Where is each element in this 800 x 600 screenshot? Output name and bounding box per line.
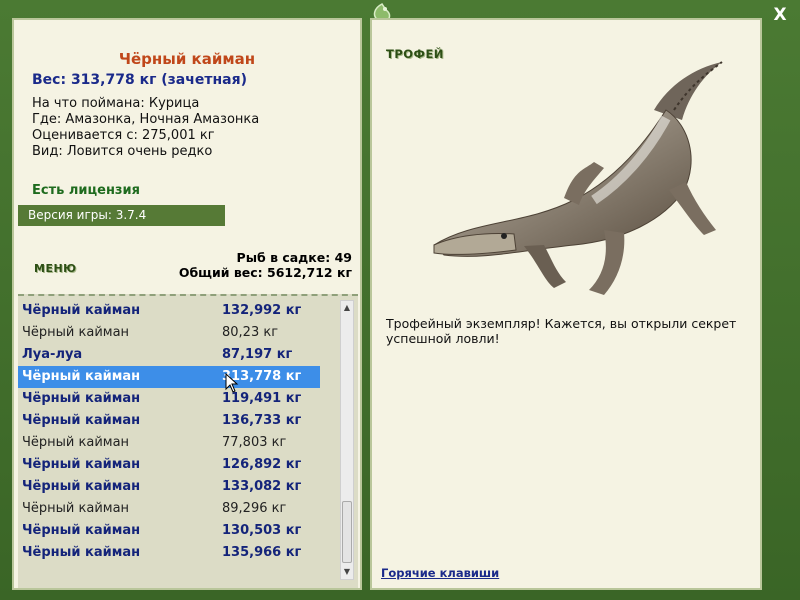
catch-list: Чёрный кайман 132,992 кг Чёрный кайман 80,2… — [18, 294, 358, 588]
close-button[interactable]: X — [770, 5, 790, 25]
total-weight: Общий вес: 5612,712 кг — [178, 265, 352, 280]
version-bar: Версия игры: 3.7.4 — [18, 205, 225, 226]
trophy-description: Трофейный экземпляр! Кажется, вы открыли… — [386, 316, 737, 346]
fish-name: Чёрный кайман — [22, 325, 130, 340]
fish-weight-value: 133,082 кг — [222, 479, 302, 494]
hotkeys-link[interactable]: Горячие клавиши — [381, 566, 499, 580]
fish-weight-value: 77,803 кг — [222, 435, 287, 450]
fish-name: Чёрный кайман — [22, 479, 141, 494]
rated-from-info: Оценивается с: 275,001 кг — [32, 128, 215, 143]
fish-name: Чёрный кайман — [22, 501, 130, 516]
location-info: Где: Амазонка, Ночная Амазонка — [32, 112, 260, 127]
black-caiman-image — [433, 61, 723, 295]
list-item[interactable]: Чёрный кайман 119,491 кг — [18, 388, 320, 410]
license-status: Есть лицензия — [32, 183, 140, 198]
fish-count: Рыб в садке: 49 — [236, 250, 352, 265]
fish-weight-value: 87,197 кг — [222, 347, 293, 362]
scroll-down-icon[interactable]: ▼ — [341, 565, 353, 579]
list-item[interactable]: Чёрный кайман 136,733 кг — [18, 410, 320, 432]
list-item[interactable]: Чёрный кайман 80,23 кг — [18, 322, 320, 344]
fish-name: Чёрный кайман — [22, 369, 141, 384]
fish-name: Чёрный кайман — [22, 303, 141, 318]
rarity-info: Вид: Ловится очень редко — [32, 144, 213, 159]
fish-name: Чёрный кайман — [22, 435, 130, 450]
fish-name: Чёрный кайман — [22, 391, 141, 406]
fish-weight-value: 80,23 кг — [222, 325, 279, 340]
list-item[interactable]: Чёрный кайман 77,803 кг — [18, 432, 320, 454]
fish-weight-value: 126,892 кг — [222, 457, 302, 472]
fish-name: Чёрный кайман — [22, 457, 141, 472]
fish-weight-value: 136,733 кг — [222, 413, 302, 428]
mouse-cursor-icon — [225, 373, 239, 393]
list-item-selected[interactable]: Чёрный кайман 313,778 кг — [18, 366, 320, 388]
catch-list-rows: Чёрный кайман 132,992 кг Чёрный кайман 80,2… — [18, 300, 320, 564]
bait-info: На что поймана: Курица — [32, 96, 200, 111]
scroll-thumb[interactable] — [342, 501, 352, 563]
list-item[interactable]: Чёрный кайман 126,892 кг — [18, 454, 320, 476]
trophy-panel: ТРОФЕЙ Трофейный экземпляр! Кажется, вы … — [370, 18, 762, 590]
fish-info-panel: Чёрный кайман Вес: 313,778 кг (зачетная)… — [12, 18, 362, 590]
list-item[interactable]: Чёрный кайман 135,966 кг — [18, 542, 320, 564]
fish-weight: Вес: 313,778 кг (зачетная) — [32, 72, 247, 88]
list-item[interactable]: Луа-луа 87,197 кг — [18, 344, 320, 366]
fish-name: Луа-луа — [22, 347, 83, 362]
fish-name: Чёрный кайман — [22, 523, 141, 538]
fish-weight-value: 130,503 кг — [222, 523, 302, 538]
list-item[interactable]: Чёрный кайман 133,082 кг — [18, 476, 320, 498]
fish-weight-value: 135,966 кг — [222, 545, 302, 560]
fish-name: Чёрный кайман — [22, 545, 141, 560]
fish-weight-value: 89,296 кг — [222, 501, 287, 516]
fish-name: Чёрный кайман — [22, 413, 141, 428]
menu-button[interactable]: МЕНЮ — [34, 262, 77, 275]
scroll-up-icon[interactable]: ▲ — [341, 301, 353, 315]
list-item[interactable]: Чёрный кайман 130,503 кг — [18, 520, 320, 542]
fish-name-title: Чёрный кайман — [118, 50, 256, 68]
list-item[interactable]: Чёрный кайман 89,296 кг — [18, 498, 320, 520]
list-scrollbar[interactable]: ▲ ▼ — [340, 300, 354, 580]
fish-weight-value: 132,992 кг — [222, 303, 302, 318]
catch-stats: Рыб в садке: 49 Общий вес: 5612,712 кг — [179, 250, 352, 280]
list-item[interactable]: Чёрный кайман 132,992 кг — [18, 300, 320, 322]
